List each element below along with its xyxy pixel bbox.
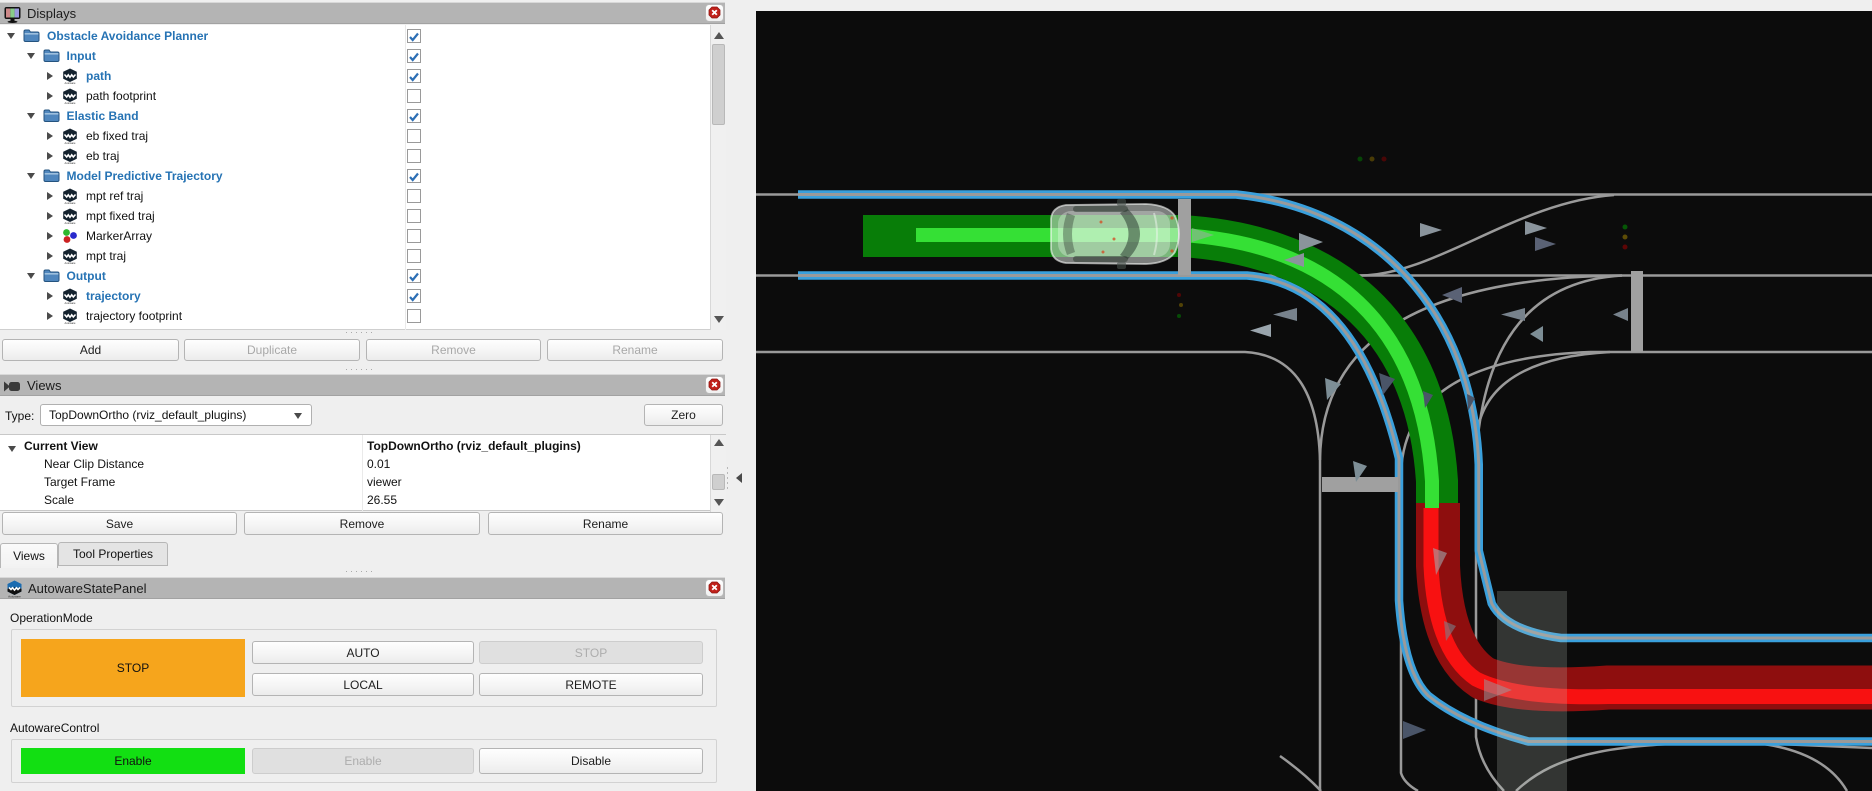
svg-text:Autoware: Autoware <box>65 161 77 164</box>
svg-text:Autoware: Autoware <box>65 321 77 324</box>
svg-text:Autoware: Autoware <box>65 261 77 264</box>
svg-text:Autoware: Autoware <box>65 221 77 224</box>
svg-text:Autoware: Autoware <box>8 595 21 598</box>
svg-text:Autoware: Autoware <box>65 301 77 304</box>
svg-text:Autoware: Autoware <box>65 201 77 204</box>
svg-text:Autoware: Autoware <box>65 81 77 84</box>
svg-text:Autoware: Autoware <box>65 101 77 104</box>
svg-text:Autoware: Autoware <box>65 141 77 144</box>
